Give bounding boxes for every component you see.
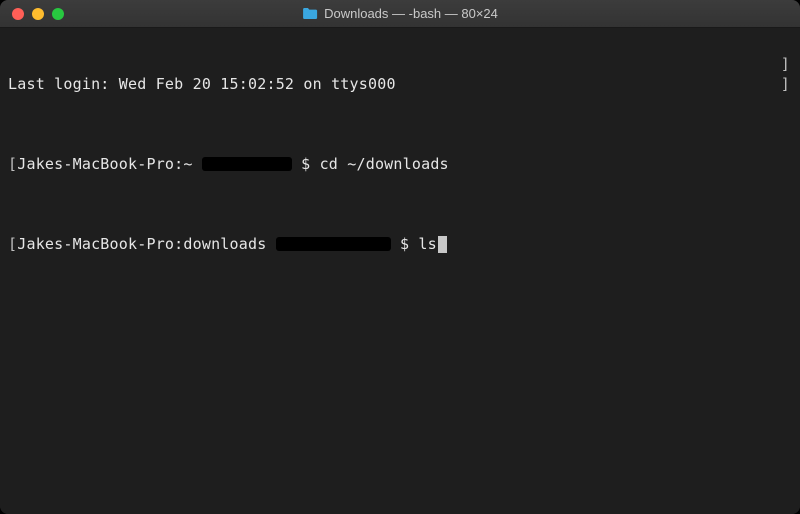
terminal-body[interactable]: Last login: Wed Feb 20 15:02:52 on ttys0… <box>0 28 800 514</box>
prompt-symbol <box>391 234 400 254</box>
cursor-block <box>438 236 447 253</box>
prompt-host: Jakes-MacBook-Pro:~ <box>17 154 202 174</box>
open-bracket: [ <box>8 234 17 254</box>
command-text: ls <box>418 234 436 254</box>
redacted-username <box>202 157 292 171</box>
prompt-line-1: [Jakes-MacBook-Pro:~ $ cd ~/downloads] <box>8 154 792 174</box>
traffic-lights <box>0 8 64 20</box>
window-titlebar: Downloads — -bash — 80×24 <box>0 0 800 28</box>
close-button[interactable] <box>12 8 24 20</box>
close-bracket: ] <box>781 54 790 74</box>
command-text: cd ~/downloads <box>320 154 449 174</box>
folder-icon <box>302 7 318 20</box>
last-login-line: Last login: Wed Feb 20 15:02:52 on ttys0… <box>8 74 792 94</box>
window-title: Downloads — -bash — 80×24 <box>302 6 498 21</box>
last-login-text: Last login: Wed Feb 20 15:02:52 on ttys0… <box>8 74 396 94</box>
prompt-line-2: [Jakes-MacBook-Pro:downloads $ ls] <box>8 234 792 254</box>
terminal-window: Downloads — -bash — 80×24 Last login: We… <box>0 0 800 514</box>
prompt-symbol <box>292 154 301 174</box>
prompt-symbol-text: $ <box>301 154 319 174</box>
minimize-button[interactable] <box>32 8 44 20</box>
window-title-text: Downloads — -bash — 80×24 <box>324 6 498 21</box>
prompt-host: Jakes-MacBook-Pro:downloads <box>17 234 275 254</box>
maximize-button[interactable] <box>52 8 64 20</box>
close-bracket: ] <box>781 74 790 94</box>
open-bracket: [ <box>8 154 17 174</box>
prompt-symbol-text: $ <box>400 234 418 254</box>
redacted-username <box>276 237 391 251</box>
